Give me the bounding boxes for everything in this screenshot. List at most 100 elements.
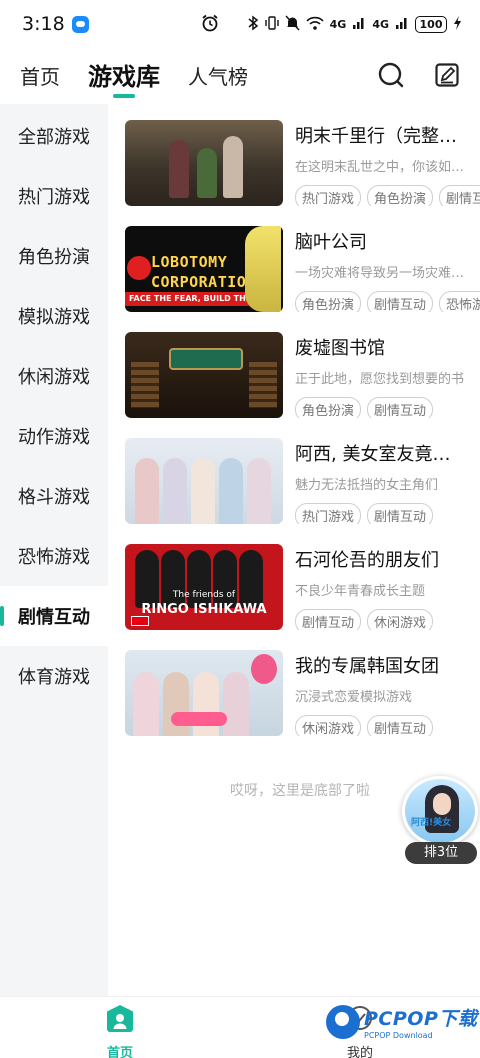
cover-stamp [251, 654, 277, 684]
watermark-text: PCPOP下载 PCPOP Download [364, 1004, 477, 1040]
game-card[interactable]: 废墟图书馆 正于此地，愿您找到想要的书 角色扮演 剧情互动 [125, 332, 480, 418]
cover-logo-emblem [127, 256, 151, 280]
signal-icon-2 [395, 16, 409, 33]
cover-title-line: The friends of [172, 590, 236, 600]
game-info: 我的专属韩国女团 沉浸式恋爱模拟游戏 休闲游戏 剧情互动 [295, 650, 480, 736]
sidebar-item-action[interactable]: 动作游戏 [0, 406, 108, 466]
sidebar-item-fighting[interactable]: 格斗游戏 [0, 466, 108, 526]
cover-character [245, 226, 281, 312]
game-card[interactable]: 明末千里行（完整版） 在这明末乱世之中，你该如何生存 热门游戏 角色扮演 剧情互… [125, 120, 480, 206]
game-tag[interactable]: 热门游戏 [295, 503, 362, 524]
watermark-sub: PCPOP Download [364, 1031, 433, 1040]
top-nav: 首页 游戏库 人气榜 [0, 48, 480, 104]
game-description: 一场灾难将导致另一场灾难的发生 [295, 266, 465, 281]
game-card[interactable]: 我的专属韩国女团 沉浸式恋爱模拟游戏 休闲游戏 剧情互动 [125, 650, 480, 736]
game-title: 阿西, 美女室友竟是我的… [295, 444, 465, 465]
game-description: 在这明末乱世之中，你该如何生存 [295, 160, 465, 175]
game-cover-image [125, 650, 283, 736]
sidebar-item-simulation[interactable]: 模拟游戏 [0, 286, 108, 346]
status-indicators: 4G 4G 100 [247, 15, 462, 34]
sidebar-item-sports[interactable]: 体育游戏 [0, 646, 108, 706]
tab-home[interactable]: 首页 [20, 61, 60, 104]
game-info: 脑叶公司 一场灾难将导致另一场灾难的发生 角色扮演 剧情互动 恐怖游戏 [295, 226, 480, 312]
game-list: 明末千里行（完整版） 在这明末乱世之中，你该如何生存 热门游戏 角色扮演 剧情互… [125, 120, 480, 756]
game-tag[interactable]: 剧情互动 [295, 609, 362, 630]
tab-game-library[interactable]: 游戏库 [88, 57, 160, 104]
network-type-2: 4G [372, 17, 389, 31]
game-tags: 休闲游戏 剧情互动 [295, 715, 480, 736]
game-title: 石河伦吾的朋友们 [295, 550, 439, 571]
game-title: 废墟图书馆 [295, 338, 385, 359]
game-info: 明末千里行（完整版） 在这明末乱世之中，你该如何生存 热门游戏 角色扮演 剧情互… [295, 120, 480, 206]
mute-icon [285, 15, 300, 34]
game-description: 魅力无法抵挡的女主角们 [295, 478, 439, 493]
game-card[interactable]: The friends of RINGO ISHIKAWA 石河伦吾的朋友们 不… [125, 544, 480, 630]
cover-logo-line: CORPORATION [151, 273, 256, 291]
game-tag[interactable]: 剧情互动 [439, 185, 480, 206]
status-time: 3:18 [22, 13, 65, 35]
edit-icon[interactable] [432, 60, 462, 90]
bottom-tab-label: 首页 [106, 1046, 133, 1058]
sidebar-item-all-games[interactable]: 全部游戏 [0, 106, 108, 166]
game-cover-image [125, 332, 283, 418]
watermark-main: PCPOP下载 [364, 1008, 478, 1030]
game-info: 废墟图书馆 正于此地，愿您找到想要的书 角色扮演 剧情互动 [295, 332, 480, 418]
game-info: 阿西, 美女室友竟是我的… 魅力无法抵挡的女主角们 热门游戏 剧情互动 [295, 438, 480, 524]
cover-sign [169, 348, 243, 370]
sidebar-item-interactive-story[interactable]: 剧情互动 [0, 586, 108, 646]
bluetooth-icon [247, 15, 259, 34]
nav-actions [376, 60, 462, 90]
game-tag[interactable]: 角色扮演 [295, 397, 362, 418]
message-app-icon [71, 15, 89, 33]
game-title: 明末千里行（完整版） [295, 126, 465, 147]
sidebar-item-horror[interactable]: 恐怖游戏 [0, 526, 108, 586]
game-title: 我的专属韩国女团 [295, 656, 439, 677]
sidebar-item-casual[interactable]: 休闲游戏 [0, 346, 108, 406]
sidebar-item-hot-games[interactable]: 热门游戏 [0, 166, 108, 226]
tab-popular-ranking[interactable]: 人气榜 [188, 61, 248, 104]
rank-float-button[interactable]: 阿西!美女 排3位 [402, 776, 478, 866]
site-watermark: PCPOP下载 PCPOP Download [326, 1004, 477, 1040]
game-tags: 剧情互动 休闲游戏 [295, 609, 480, 630]
game-tag[interactable]: 休闲游戏 [295, 715, 362, 736]
category-sidebar: 全部游戏 热门游戏 角色扮演 模拟游戏 休闲游戏 动作游戏 格斗游戏 恐怖游戏 … [0, 104, 108, 996]
rank-label: 排3位 [405, 842, 477, 864]
rank-avatar: 阿西!美女 [402, 776, 478, 846]
game-tag[interactable]: 角色扮演 [367, 185, 434, 206]
game-tag[interactable]: 角色扮演 [295, 291, 362, 312]
game-cover-image [125, 438, 283, 524]
game-card[interactable]: 阿西, 美女室友竟是我的… 魅力无法抵挡的女主角们 热门游戏 剧情互动 [125, 438, 480, 524]
bottom-tab-label: 我的 [346, 1046, 373, 1058]
cover-title-line: RINGO ISHIKAWA [141, 602, 267, 617]
game-tags: 热门游戏 角色扮演 剧情互动 [295, 185, 480, 206]
game-info: 石河伦吾的朋友们 不良少年青春成长主题 剧情互动 休闲游戏 [295, 544, 480, 630]
game-tag[interactable]: 剧情互动 [367, 291, 434, 312]
wifi-icon [306, 15, 324, 34]
game-tag[interactable]: 剧情互动 [367, 503, 434, 524]
game-tags: 热门游戏 剧情互动 [295, 503, 480, 524]
game-tag[interactable]: 休闲游戏 [367, 609, 434, 630]
home-icon [90, 1003, 150, 1039]
game-tag[interactable]: 剧情互动 [367, 397, 434, 418]
game-description: 不良少年青春成长主题 [295, 584, 426, 599]
switch-logo-icon [131, 616, 149, 626]
sidebar-item-rpg[interactable]: 角色扮演 [0, 226, 108, 286]
game-cover-image [125, 120, 283, 206]
game-cover-image: The friends of RINGO ISHIKAWA [125, 544, 283, 630]
status-bar: 3:18 4G 4G 100 [0, 0, 480, 48]
search-icon[interactable] [376, 60, 406, 90]
game-tag[interactable]: 热门游戏 [295, 185, 362, 206]
game-card[interactable]: LOBOTOMY CORPORATION FACE THE FEAR, BUIL… [125, 226, 480, 312]
vibrate-icon [264, 15, 279, 34]
game-description: 正于此地，愿您找到想要的书 [295, 372, 465, 387]
network-type-1: 4G [329, 17, 347, 31]
signal-icon [352, 16, 366, 33]
game-tag[interactable]: 剧情互动 [367, 715, 434, 736]
charging-icon [453, 15, 462, 34]
battery-indicator: 100 [415, 15, 447, 33]
game-tag[interactable]: 恐怖游戏 [439, 291, 480, 312]
alarm-icon [200, 13, 220, 37]
cover-sign [171, 712, 227, 726]
game-cover-image: LOBOTOMY CORPORATION FACE THE FEAR, BUIL… [125, 226, 283, 312]
bottom-tab-home[interactable]: 首页 [90, 1003, 150, 1058]
